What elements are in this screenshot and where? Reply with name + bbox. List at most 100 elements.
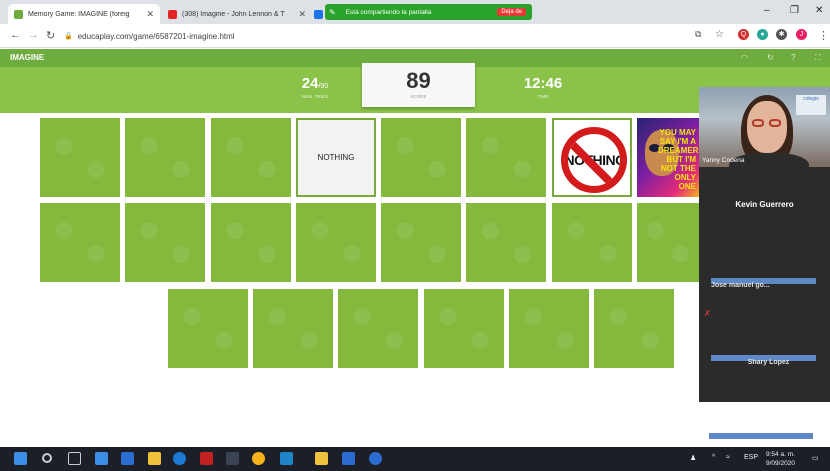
stop-sharing-button[interactable]: Deja de (497, 8, 526, 16)
windows-start-icon[interactable] (14, 452, 27, 465)
prohibited-sign-icon: NOTHING (561, 127, 627, 193)
people-icon[interactable]: ♟ (690, 454, 696, 462)
language-indicator[interactable]: ESP (744, 454, 758, 461)
share-message: Está compartiendo la pantalla (345, 8, 432, 16)
browser-tab-youtube[interactable]: (308) Imagine - John Lennon & T ✕ (162, 4, 312, 24)
extension-icon[interactable]: ● (757, 29, 768, 40)
help-icon[interactable]: ? (791, 53, 795, 62)
bookmark-star-icon[interactable]: ☆ (715, 29, 724, 40)
tab-title: Memory Game: IMAGINE (foreig (28, 10, 130, 18)
memory-card[interactable] (211, 118, 291, 197)
participant-name: Jose manuel go... (711, 282, 770, 289)
memory-card[interactable] (125, 118, 205, 197)
glasses-icon (769, 119, 781, 127)
close-tab-icon[interactable]: ✕ (298, 9, 306, 20)
browser-tab-meet[interactable] (312, 4, 326, 24)
memory-card[interactable] (168, 289, 248, 368)
memory-card[interactable] (40, 118, 120, 197)
memory-card[interactable] (466, 118, 546, 197)
close-window-button[interactable]: ✕ (815, 5, 823, 16)
tab-title: (308) Imagine - John Lennon & T (182, 10, 285, 18)
url-field[interactable]: 🔒 educaplay.com/game/6587201-imagine.htm… (64, 28, 664, 44)
app-icon[interactable] (342, 452, 355, 465)
memory-card-revealed-poster[interactable]: YOU MAY SAY I'M A DREAMER BUT I'M NOT TH… (637, 118, 699, 197)
close-tab-icon[interactable]: ✕ (146, 9, 154, 20)
reload-icon[interactable]: ↻ (46, 29, 55, 42)
app-icon[interactable] (95, 452, 108, 465)
fullscreen-icon[interactable]: ⛶ (815, 53, 821, 63)
card-word: NOTHING (317, 153, 355, 162)
memory-card[interactable] (509, 289, 589, 368)
browser-tab-memory-game[interactable]: Memory Game: IMAGINE (foreig ✕ (8, 4, 160, 24)
tries-counter: 24/90 NUM. TRIES (290, 75, 340, 99)
profile-avatar[interactable]: J (796, 29, 807, 40)
memory-card[interactable] (125, 203, 205, 282)
speaker-video-tile[interactable]: colegio Yanny Codena (699, 87, 830, 167)
file-explorer-icon[interactable] (148, 452, 161, 465)
edge-icon[interactable] (173, 452, 186, 465)
app-icon[interactable] (121, 452, 134, 465)
score-value: 89 (406, 68, 431, 93)
memory-card[interactable] (338, 289, 418, 368)
maximize-button[interactable]: ❐ (790, 5, 799, 16)
mic-off-icon: ✗ (704, 309, 711, 318)
back-arrow-icon[interactable]: ← (10, 29, 21, 41)
meet-favicon-icon (314, 9, 323, 19)
memory-card[interactable] (424, 289, 504, 368)
app-icon[interactable] (315, 452, 328, 465)
url-text: educaplay.com/game/6587201-imagine.html (77, 31, 235, 41)
memory-card[interactable] (466, 203, 546, 282)
memory-card[interactable] (381, 203, 461, 282)
app-icon[interactable] (280, 452, 293, 465)
memory-card[interactable] (211, 203, 291, 282)
app-icon[interactable] (369, 452, 382, 465)
screen-share-banner: ✎ Está compartiendo la pantalla Deja de (325, 4, 532, 20)
memory-card[interactable] (552, 203, 632, 282)
score-panel: 89 SCORE (362, 63, 475, 107)
speaker-name: Yanny Codena (702, 157, 745, 164)
forward-arrow-icon[interactable]: → (28, 29, 39, 41)
memory-card[interactable] (296, 203, 376, 282)
tries-max: /90 (318, 83, 329, 90)
extension-icon[interactable]: Q (738, 29, 749, 40)
participant-name: Shary Lopez (747, 359, 790, 366)
memory-card-revealed[interactable]: NOTHING (296, 118, 376, 197)
background-sign: colegio (796, 95, 826, 115)
system-clock[interactable]: 9:54 a. m. 9/09/2020 (766, 450, 795, 468)
notifications-icon[interactable]: ▭ (812, 454, 819, 462)
participant-name: Kevin Guerrero (735, 200, 794, 209)
memory-card[interactable] (381, 118, 461, 197)
memory-card[interactable] (594, 289, 674, 368)
minimize-button[interactable]: – (764, 5, 770, 16)
menu-dots-icon[interactable]: ⋮ (818, 29, 829, 42)
search-icon[interactable] (42, 453, 52, 463)
app-icon[interactable] (200, 452, 213, 465)
extensions-puzzle-icon[interactable]: ✱ (776, 29, 787, 40)
network-icon[interactable]: ≈ (726, 454, 730, 461)
memory-card[interactable] (253, 289, 333, 368)
memory-card-revealed-image[interactable]: NOTHING (552, 118, 632, 197)
browser-tab-strip: Memory Game: IMAGINE (foreig ✕ (308) Ima… (0, 0, 830, 24)
glasses-icon (752, 119, 764, 127)
tries-label: NUM. TRIES (302, 94, 328, 99)
memory-card[interactable] (637, 203, 699, 282)
speaker-face (747, 101, 787, 153)
app-icon[interactable] (226, 452, 239, 465)
time-label: TIME (537, 94, 549, 99)
restart-icon[interactable]: ↻ (767, 53, 774, 62)
sound-icon[interactable]: ◠ (741, 53, 748, 62)
participant-bar (709, 433, 813, 439)
address-bar-row: ← → ↻ 🔒 educaplay.com/game/6587201-imagi… (0, 24, 830, 48)
chrome-icon[interactable] (252, 452, 265, 465)
task-view-icon[interactable] (68, 452, 81, 465)
windows-taskbar: ♟ ^ ≈ ESP 9:54 a. m. 9/09/2020 ▭ (0, 447, 830, 471)
tries-value: 24 (301, 75, 319, 92)
clock-time: 9:54 a. m. (766, 451, 795, 458)
memory-card[interactable] (40, 203, 120, 282)
video-call-panel: colegio Yanny Codena Kevin Guerrero Jose… (699, 87, 830, 402)
score-label: SCORE (410, 94, 427, 99)
pencil-icon: ✎ (329, 7, 336, 17)
chevron-up-icon[interactable]: ^ (712, 454, 715, 461)
translate-icon[interactable]: ⧉ (695, 29, 701, 40)
time-value: 12:46 (523, 75, 563, 92)
